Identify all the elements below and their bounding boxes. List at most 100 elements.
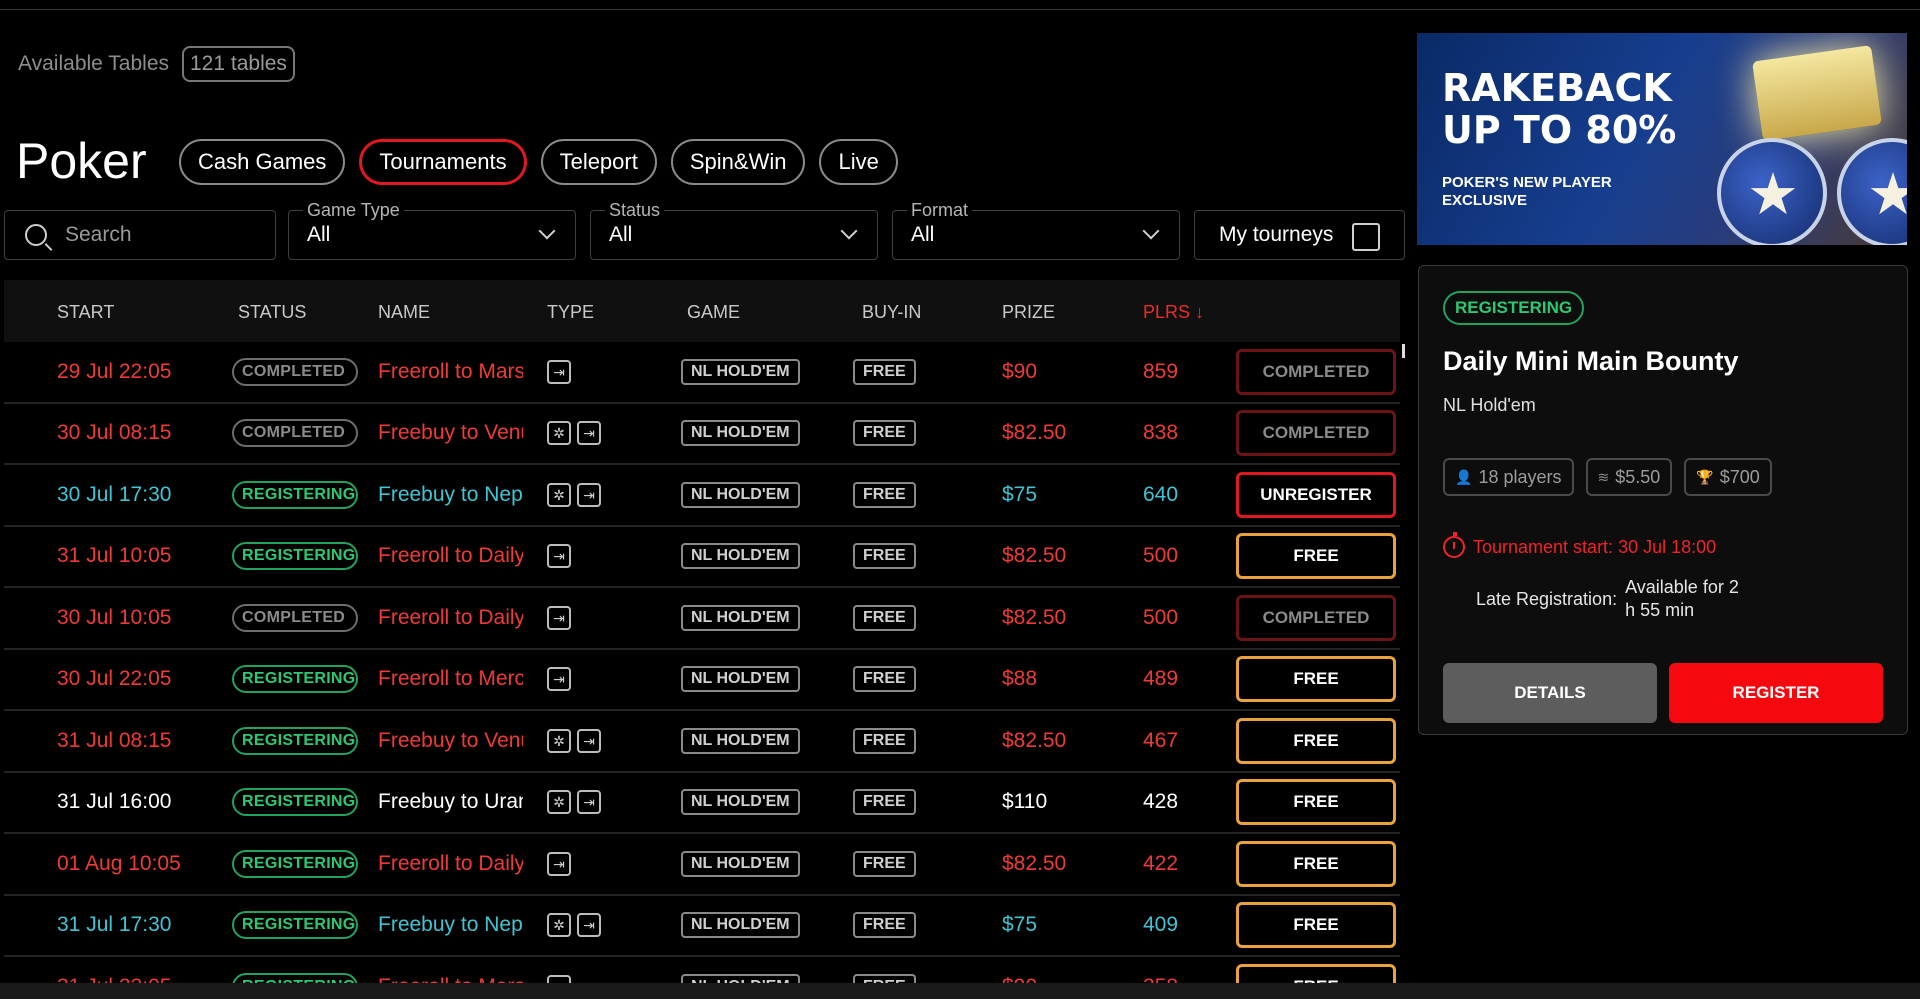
details-status-badge: REGISTERING xyxy=(1443,291,1585,325)
tab-live[interactable]: Live xyxy=(819,139,898,185)
column-status[interactable]: STATUS xyxy=(238,302,306,323)
search-icon xyxy=(25,224,47,246)
game-type-select[interactable]: Game Type All xyxy=(288,200,576,260)
table-row[interactable]: 31 Jul 17:30 REGISTERING Freebuy to Neptun… xyxy=(4,896,1400,957)
register-free-button[interactable]: FREE xyxy=(1236,717,1396,764)
chevron-down-icon xyxy=(1142,222,1160,240)
column-prize[interactable]: PRIZE xyxy=(1002,302,1055,323)
name-cell[interactable]: Freebuy to Neptune xyxy=(378,465,523,525)
players-count: 18 players xyxy=(1478,466,1562,487)
column-type[interactable]: TYPE xyxy=(547,302,594,323)
status-badge: REGISTERING xyxy=(232,788,358,817)
name-cell[interactable]: Freeroll to Daily xyxy=(378,588,523,648)
completed-button[interactable]: COMPLETED xyxy=(1236,348,1396,395)
scrollbar[interactable] xyxy=(1402,344,1405,358)
table-header: START STATUS NAME TYPE GAME BUY-IN PRIZE… xyxy=(4,280,1400,342)
prize-value: $700 xyxy=(1719,466,1760,487)
name-cell[interactable]: Freebuy to Neptune xyxy=(378,896,523,956)
players-cell: 422 xyxy=(1143,851,1179,875)
tab-tournaments[interactable]: Tournaments xyxy=(359,139,527,185)
banner-title-line-2: UP TO 80% xyxy=(1442,108,1677,152)
buyin-value: $5.50 xyxy=(1615,466,1661,487)
name-cell[interactable]: Freeroll to Mercury xyxy=(378,650,523,710)
details-button[interactable]: DETAILS xyxy=(1443,663,1657,723)
my-tourneys-toggle[interactable]: My tourneys xyxy=(1194,210,1405,260)
game-type-value: All xyxy=(307,223,331,246)
my-tourneys-checkbox[interactable] xyxy=(1352,223,1380,251)
format-select[interactable]: Format All xyxy=(892,200,1180,260)
start-cell: 30 Jul 08:15 xyxy=(57,421,172,445)
prize-cell: $82.50 xyxy=(1002,605,1067,629)
column-game[interactable]: GAME xyxy=(687,302,740,323)
name-cell[interactable]: Freeroll to Mars xyxy=(378,342,523,402)
register-free-button[interactable]: FREE xyxy=(1236,533,1396,580)
game-tag: NL HOLD'EM xyxy=(681,850,800,877)
table-row[interactable]: 30 Jul 08:15 COMPLETED Freebuy to Venus ✲⇥ N… xyxy=(4,404,1400,465)
search-box[interactable] xyxy=(4,210,276,260)
table-body: 29 Jul 22:05 COMPLETED Freeroll to Mars ⇥ NL… xyxy=(4,342,1400,985)
type-cell: ✲ ⇥ xyxy=(547,465,601,525)
name-cell[interactable]: Freebuy to Venus xyxy=(378,404,523,464)
banner-title-line-1: RAKEBACK xyxy=(1442,66,1672,110)
treasure-chest-illustration: ★ ★ xyxy=(1717,43,1907,245)
name-cell[interactable]: Freebuy to Venus xyxy=(378,711,523,771)
table-row[interactable]: 30 Jul 22:05 REGISTERING Freeroll to Mercu… xyxy=(4,650,1400,711)
name-cell[interactable]: Freeroll to Daily xyxy=(378,527,523,587)
tab-teleport[interactable]: Teleport xyxy=(540,139,657,185)
register-free-button[interactable]: FREE xyxy=(1236,656,1396,703)
tab-cash-games[interactable]: Cash Games xyxy=(179,139,346,185)
prize-cell: $110 xyxy=(1002,790,1048,814)
register-free-button[interactable]: FREE xyxy=(1236,902,1396,949)
completed-button[interactable]: COMPLETED xyxy=(1236,594,1396,641)
stopwatch-icon xyxy=(1443,532,1465,558)
name-cell[interactable]: Freeroll to Daily xyxy=(378,834,523,894)
name-cell[interactable]: Freeroll to Mars xyxy=(378,957,523,985)
status-select[interactable]: Status All xyxy=(590,200,878,260)
column-name[interactable]: NAME xyxy=(378,302,430,323)
login-icon: ⇥ xyxy=(577,728,601,753)
game-cell: NL HOLD'EM xyxy=(681,834,800,894)
game-cell: NL HOLD'EM xyxy=(681,896,800,956)
table-row[interactable]: 31 Jul 08:15 REGISTERING Freebuy to Venus ✲… xyxy=(4,711,1400,773)
game-cell: NL HOLD'EM xyxy=(681,527,800,587)
star-coin-icon: ★ xyxy=(1717,138,1827,245)
players-cell: 358 xyxy=(1143,957,1178,985)
column-start[interactable]: START xyxy=(57,302,114,323)
promo-banner[interactable]: RAKEBACK UP TO 80% POKER'S NEW PLAYER EX… xyxy=(1417,33,1907,245)
register-free-button[interactable]: FREE xyxy=(1236,779,1396,826)
tab-spin-win[interactable]: Spin&Win xyxy=(670,139,806,185)
available-tables: Available Tables 121 tables xyxy=(18,46,295,82)
column-buy-in[interactable]: BUY-IN xyxy=(862,302,921,323)
register-button[interactable]: REGISTER xyxy=(1669,663,1883,723)
register-free-button[interactable]: FREE xyxy=(1236,963,1396,985)
buyin-tag: FREE xyxy=(853,358,916,385)
prize-cell: $75 xyxy=(1002,913,1038,937)
table-row[interactable]: 31 Jul 16:00 REGISTERING Freebuy to Uranus… xyxy=(4,773,1400,834)
search-input[interactable] xyxy=(65,223,265,247)
game-tag: NL HOLD'EM xyxy=(681,358,800,385)
chevron-down-icon xyxy=(840,222,858,240)
table-row[interactable]: 30 Jul 17:30 REGISTERING Freebuy to Neptun… xyxy=(4,465,1400,527)
table-row[interactable]: 31 Jul 10:05 REGISTERING Freeroll to Daily… xyxy=(4,527,1400,588)
start-cell: 30 Jul 22:05 xyxy=(57,667,172,691)
prize-chip: 🏆 $700 xyxy=(1684,458,1772,496)
table-row[interactable]: 30 Jul 10:05 COMPLETED Freeroll to Daily ⇥ N… xyxy=(4,588,1400,650)
name-cell[interactable]: Freebuy to Uranus xyxy=(378,773,523,833)
type-cell: ⇥ xyxy=(547,342,571,402)
buyin-cell: FREE xyxy=(853,957,916,985)
register-free-button[interactable]: FREE xyxy=(1236,840,1396,887)
column-players-sorted[interactable]: PLRS ↓ xyxy=(1143,302,1204,323)
game-tag: NL HOLD'EM xyxy=(681,912,800,939)
completed-button[interactable]: COMPLETED xyxy=(1236,410,1396,457)
game-cell: NL HOLD'EM xyxy=(681,957,800,985)
banner-subtitle: POKER'S NEW PLAYER EXCLUSIVE xyxy=(1442,174,1612,209)
buyin-cell: FREE xyxy=(853,650,916,710)
table-row[interactable]: 29 Jul 22:05 COMPLETED Freeroll to Mars ⇥ NL… xyxy=(4,342,1400,404)
buyin-tag: FREE xyxy=(853,604,916,631)
start-cell: 31 Jul 08:15 xyxy=(57,728,172,752)
unregister-button[interactable]: UNREGISTER xyxy=(1236,471,1396,518)
table-row[interactable]: 01 Aug 10:05 REGISTERING Freeroll to Daily… xyxy=(4,834,1400,896)
start-cell: 31 Jul 22:05 xyxy=(57,957,171,985)
status-cell: REGISTERING xyxy=(232,834,358,894)
table-row[interactable]: 31 Jul 22:05 REGISTERING Freeroll to Mars ⇥… xyxy=(4,957,1400,985)
